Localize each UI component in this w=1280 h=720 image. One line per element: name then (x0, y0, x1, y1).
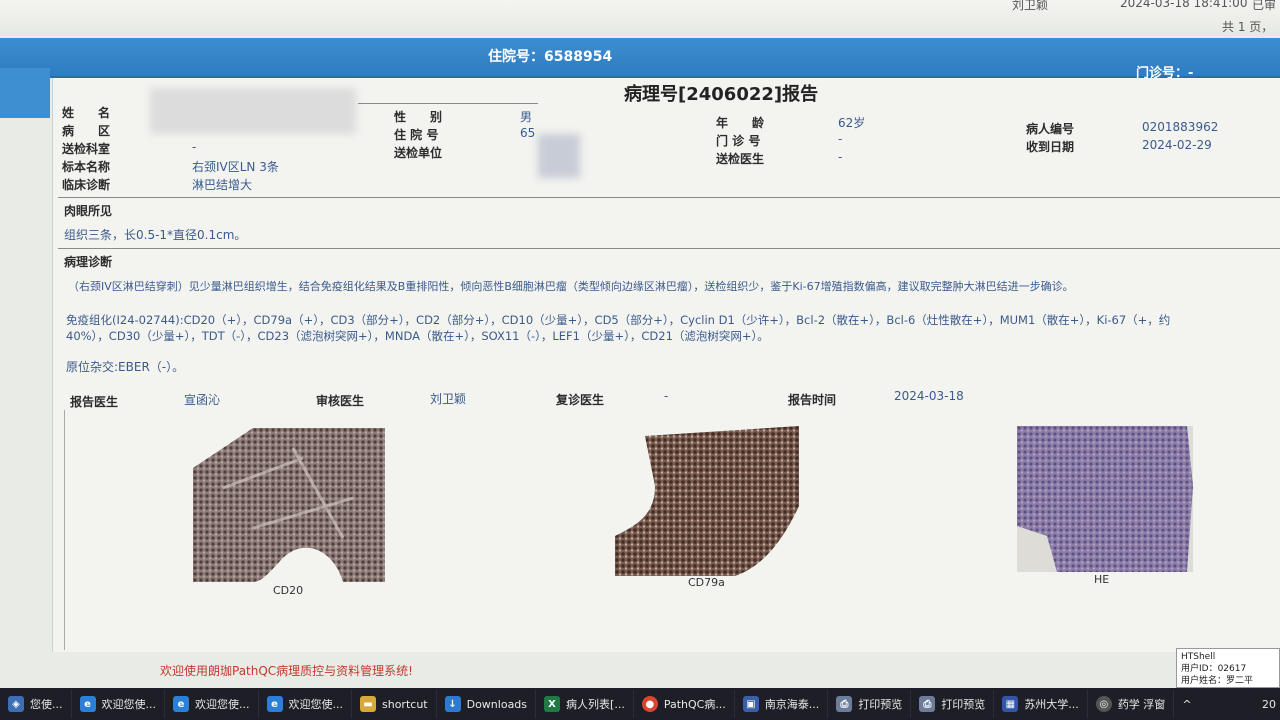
top-status-bar: 刘卫颖 2024-03-18 18:41:00 已审 共 1 页，共 (0, 0, 1280, 51)
age-value: 62岁 (838, 116, 866, 130)
report-time-label: 报告时间 (788, 393, 837, 407)
reporter-value: 宣函沁 (184, 393, 221, 407)
report-header-bar: 住院号：6588954 门诊号：- (0, 38, 1280, 81)
patient-id-label: 病人编号 (1026, 122, 1075, 136)
patient-id-value: 0201883962 (1142, 120, 1219, 134)
taskbar-item-1[interactable]: e 欢迎您使... (72, 690, 165, 718)
doctor-label: 送检医生 (716, 152, 765, 166)
ihc-line-1: 免疫组化(I24-02744):CD20（+），CD79a（+），CD3（部分+… (66, 313, 1171, 327)
dept-value: - (192, 140, 197, 154)
he-caption: HE (1094, 573, 1110, 586)
dept-label: 送检科室 (62, 142, 111, 156)
taskbar-item-0[interactable]: ◈ 您使... (0, 690, 72, 718)
taskbar-item-11[interactable]: ▦ 苏州大学... (994, 690, 1088, 718)
clinical-diagnosis-value: 淋巴结增大 (192, 178, 253, 192)
print-icon: ⎙ (836, 696, 853, 712)
gross-text: 组织三条，长0.5-1*直径0.1cm。 (64, 228, 247, 242)
clinical-diagnosis-label: 临床诊断 (62, 178, 111, 192)
htshell-user-id: 用户ID：02617 (1181, 664, 1247, 674)
section-rule (58, 197, 1280, 198)
current-datetime: 2024-03-18 18:41:00 (1120, 0, 1248, 10)
windows-taskbar: ◈ 您使... e 欢迎您使... e 欢迎您使... e 欢迎您使... ▬ short… (0, 688, 1280, 720)
clinic-no-value: - (838, 132, 843, 146)
ish-text: 原位杂交:EBER（-）。 (66, 360, 185, 374)
reviewer-value: 刘卫颖 (430, 392, 467, 406)
admission-number: 住院号：6588954 (488, 49, 613, 65)
taskbar-clock[interactable]: 20 (1254, 690, 1280, 718)
taskbar-item-5[interactable]: ↓ Downloads (437, 690, 537, 718)
taskbar-item-4[interactable]: ▬ shortcut (352, 690, 437, 718)
ie-icon: e (173, 696, 189, 712)
folder-icon: ▬ (360, 696, 376, 712)
chrome-icon: ● (641, 696, 658, 712)
taskbar-item-6[interactable]: X 病人列表[... (536, 690, 634, 718)
excel-icon: X (544, 696, 561, 712)
pathology-diagnosis-title: 病理诊断 (64, 255, 113, 269)
cd20-caption: CD20 (273, 584, 304, 597)
specimen-value: 右颈IV区LN 3条 (192, 160, 279, 174)
ie-icon: e (266, 696, 283, 712)
name-label: 姓 名 (62, 106, 111, 120)
taskbar-item-9[interactable]: ⎙ 打印预览 (828, 690, 912, 718)
recheck-value: - (664, 389, 669, 403)
cd20-stain-image[interactable] (193, 428, 385, 582)
reviewer-label: 审核医生 (316, 394, 365, 408)
he-stain-image[interactable] (1017, 426, 1193, 572)
section-rule (58, 248, 1280, 249)
gross-title: 肉眼所见 (64, 204, 113, 218)
taskbar-item-10[interactable]: ⎙ 打印预览 (911, 690, 995, 718)
inpatient-value: 65 (520, 126, 536, 140)
welcome-message: 欢迎使用朗珈PathQC病理质控与资料管理系统! (160, 664, 413, 678)
left-nav-strip[interactable] (0, 68, 50, 118)
taskbar-item-12[interactable]: ◎ 药学 浮窗 (1088, 690, 1175, 718)
sex-label: 性 别 (394, 110, 443, 124)
unit-label: 送检单位 (394, 146, 443, 160)
inpatient-label: 住 院 号 (394, 128, 439, 142)
recheck-label: 复诊医生 (556, 393, 605, 407)
diagnosis-text: （右颈IV区淋巴结穿刺）见少量淋巴组织增生，结合免疫组化结果及B重排阳性，倾向恶… (68, 280, 1074, 293)
cd79a-stain-image[interactable] (615, 426, 799, 576)
tray-expand-button[interactable]: ^ (1174, 690, 1199, 718)
header-rule (358, 103, 538, 104)
windows-icon: ◈ (8, 696, 24, 712)
app-icon: ▣ (742, 696, 759, 712)
age-label: 年 龄 (716, 116, 765, 130)
print-icon: ⎙ (919, 696, 936, 712)
taskbar-item-2[interactable]: e 欢迎您使... (165, 690, 259, 718)
redacted-unit (538, 134, 580, 178)
taskbar-item-8[interactable]: ▣ 南京海泰... (735, 690, 829, 718)
specimen-label: 标本名称 (62, 160, 111, 174)
report-title: 病理号[2406022]报告 (624, 84, 819, 105)
cd79a-caption: CD79a (688, 576, 725, 589)
received-date-value: 2024-02-29 (1142, 138, 1212, 152)
ihc-line-2: 40%），CD30（少量+），TDT（-），CD23（滤泡树突网+），MNDA（… (66, 329, 769, 343)
received-date-label: 收到日期 (1026, 140, 1075, 154)
htshell-title: HTShell (1181, 652, 1216, 662)
app-icon: ▦ (1002, 696, 1019, 712)
taskbar-item-3[interactable]: e 欢迎您使... (259, 690, 352, 718)
status-text: 已审 (1252, 0, 1277, 12)
htshell-user-name: 用户姓名：罗二平 (1181, 676, 1254, 686)
doctor-value: - (838, 150, 843, 164)
reporter-label: 报告医生 (70, 395, 119, 409)
taskbar-item-7[interactable]: ● PathQC病... (634, 690, 735, 718)
report-time-value: 2024-03-18 (894, 389, 964, 403)
download-icon: ↓ (444, 696, 461, 712)
ward-label: 病 区 (62, 124, 111, 138)
clinic-no-label: 门 诊 号 (716, 134, 761, 148)
htshell-popup: HTShell 用户ID：02617 用户姓名：罗二平 (1176, 648, 1280, 688)
ie-icon: e (79, 696, 96, 712)
sex-value: 男 (520, 110, 533, 124)
current-user: 刘卫颖 (1012, 0, 1049, 12)
redacted-name (150, 88, 356, 134)
app-icon: ◎ (1095, 696, 1112, 712)
